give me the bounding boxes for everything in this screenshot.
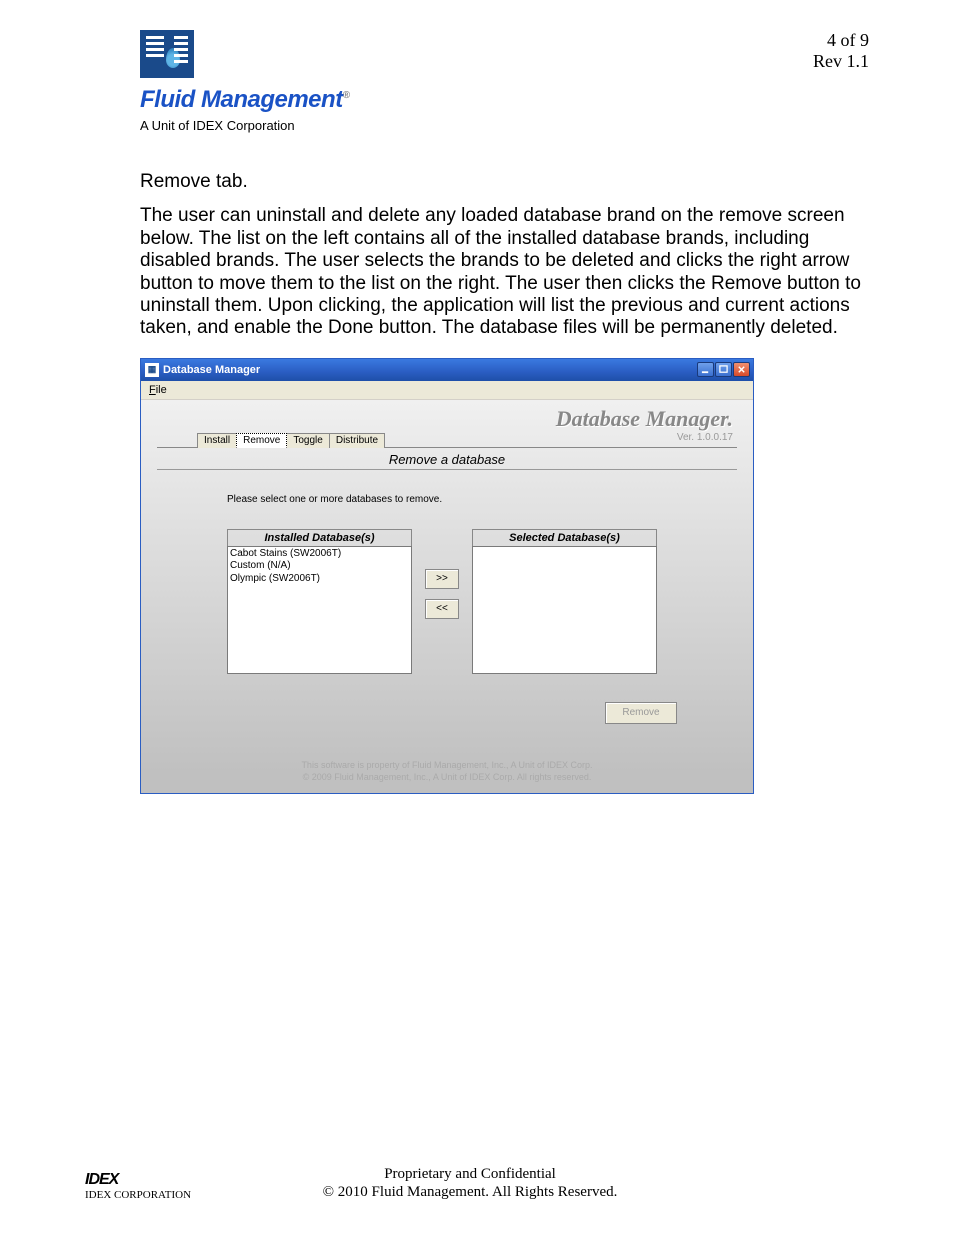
maximize-icon <box>719 365 728 374</box>
list-item[interactable]: Cabot Stains (SW2006T) <box>230 548 409 561</box>
page-meta: 4 of 9 Rev 1.1 <box>813 30 869 72</box>
menu-file[interactable]: File <box>149 384 167 396</box>
footer-logo-block: IDEX IDEX CORPORATION <box>85 1171 191 1201</box>
app-icon: ▦ <box>145 363 159 377</box>
legal-line: © 2009 Fluid Management, Inc., A Unit of… <box>157 772 737 784</box>
fm-logo-icon <box>140 30 194 78</box>
brand-subtitle: A Unit of IDEX Corporation <box>140 118 400 133</box>
window-titlebar[interactable]: ▦ Database Manager <box>141 359 753 381</box>
list-item[interactable]: Custom (N/A) <box>230 560 409 573</box>
tab-install[interactable]: Install <box>197 433 237 448</box>
instruction-text: Please select one or more databases to r… <box>227 494 737 505</box>
installed-list-header: Installed Database(s) <box>227 529 412 546</box>
menu-bar: File <box>141 381 753 400</box>
page-number: 4 of 9 <box>813 30 869 51</box>
installed-list[interactable]: Cabot Stains (SW2006T) Custom (N/A) Olym… <box>227 546 412 674</box>
revision: Rev 1.1 <box>813 51 869 72</box>
minimize-button[interactable] <box>697 362 714 377</box>
remove-button[interactable]: Remove <box>605 702 677 724</box>
legal-text: This software is property of Fluid Manag… <box>157 760 737 783</box>
legal-line: This software is property of Fluid Manag… <box>157 760 737 772</box>
footer-center: Proprietary and Confidential © 2010 Flui… <box>191 1165 749 1201</box>
window-title: Database Manager <box>163 364 260 376</box>
company-logo-block: Fluid Management® A Unit of IDEX Corpora… <box>140 30 400 133</box>
tab-remove[interactable]: Remove <box>236 433 287 448</box>
idex-logo: IDEX <box>85 1171 191 1189</box>
list-item[interactable]: Olympic (SW2006T) <box>230 573 409 586</box>
footer-line: Proprietary and Confidential <box>191 1165 749 1183</box>
section-heading: Remove tab. <box>140 171 869 193</box>
tab-distribute[interactable]: Distribute <box>329 433 385 448</box>
maximize-button[interactable] <box>715 362 732 377</box>
selected-list[interactable] <box>472 546 657 674</box>
registered-mark: ® <box>343 90 350 101</box>
section-paragraph: The user can uninstall and delete any lo… <box>140 205 869 339</box>
app-heading: Database Manager. <box>556 406 733 432</box>
move-left-button[interactable]: << <box>425 599 459 619</box>
tab-toggle[interactable]: Toggle <box>286 433 329 448</box>
footer-line: © 2010 Fluid Management. All Rights Rese… <box>191 1183 749 1201</box>
close-icon <box>737 365 746 374</box>
database-manager-window: ▦ Database Manager File Database Manager… <box>140 358 754 794</box>
close-button[interactable] <box>733 362 750 377</box>
brand-name: Fluid Management® <box>140 86 400 114</box>
panel-subtitle: Remove a database <box>157 448 737 467</box>
idex-logo-sub: IDEX CORPORATION <box>85 1189 191 1201</box>
move-right-button[interactable]: >> <box>425 569 459 589</box>
app-version: Ver. 1.0.0.17 <box>677 432 733 443</box>
minimize-icon <box>701 365 710 374</box>
selected-list-header: Selected Database(s) <box>472 529 657 546</box>
